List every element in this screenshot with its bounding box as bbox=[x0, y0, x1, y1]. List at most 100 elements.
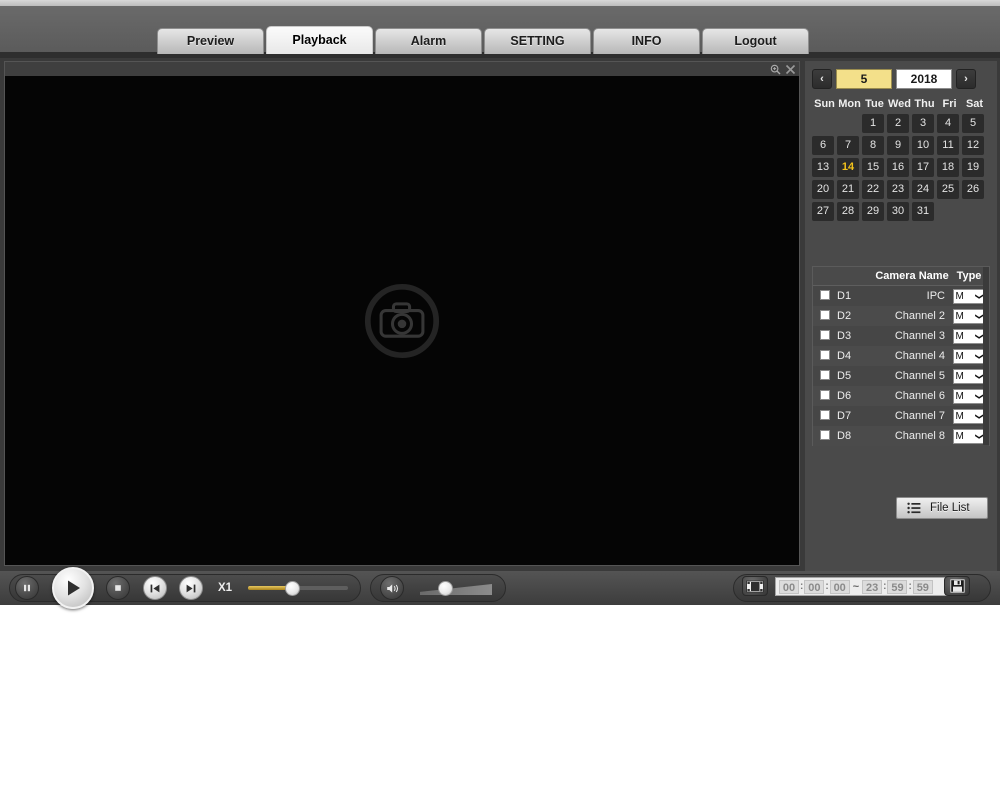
table-row[interactable]: D4 Channel 4 M ❯ bbox=[813, 346, 989, 366]
camera-checkbox-d8[interactable] bbox=[820, 429, 830, 440]
calendar-day-9[interactable]: 9 bbox=[887, 136, 909, 155]
calendar-day-2[interactable]: 2 bbox=[887, 114, 909, 133]
calendar-day-23[interactable]: 23 bbox=[887, 180, 909, 199]
camera-name: Channel 8 bbox=[894, 430, 945, 442]
zoom-in-icon[interactable] bbox=[770, 64, 781, 75]
play-button[interactable] bbox=[52, 567, 94, 609]
calendar-day-8[interactable]: 8 bbox=[862, 136, 884, 155]
calendar-day-11[interactable]: 11 bbox=[937, 136, 959, 155]
table-row[interactable]: D1 IPC M ❯ bbox=[813, 286, 989, 306]
row-checkbox-cell bbox=[813, 309, 837, 323]
calendar-day-31[interactable]: 31 bbox=[912, 202, 934, 221]
calendar-day-28[interactable]: 28 bbox=[837, 202, 859, 221]
calendar-day-6[interactable]: 6 bbox=[812, 136, 834, 155]
start-minute-field[interactable]: 00 bbox=[804, 579, 825, 594]
start-hour-field[interactable]: 00 bbox=[779, 579, 799, 594]
calendar-month-field[interactable]: 5 bbox=[836, 68, 892, 89]
tab-preview[interactable]: Preview bbox=[157, 28, 264, 54]
row-checkbox-cell bbox=[813, 389, 837, 403]
calendar-day-19[interactable]: 19 bbox=[962, 158, 984, 177]
table-row[interactable]: D7 Channel 7 M ❯ bbox=[813, 406, 989, 426]
table-row[interactable]: D3 Channel 3 M ❯ bbox=[813, 326, 989, 346]
type-dropdown-d3[interactable]: M ❯ bbox=[952, 328, 986, 344]
calendar-day-30[interactable]: 30 bbox=[887, 202, 909, 221]
camera-checkbox-d1[interactable] bbox=[820, 289, 830, 300]
type-dropdown-d7[interactable]: M ❯ bbox=[952, 408, 986, 424]
type-value: M bbox=[955, 370, 964, 382]
type-dropdown-d6[interactable]: M ❯ bbox=[952, 388, 986, 404]
type-value: M bbox=[955, 290, 964, 302]
speed-label: X1 bbox=[218, 582, 233, 594]
next-frame-button[interactable] bbox=[179, 576, 203, 600]
close-icon[interactable] bbox=[785, 64, 796, 75]
tab-playback[interactable]: Playback bbox=[266, 26, 373, 54]
table-row[interactable]: D6 Channel 6 M ❯ bbox=[813, 386, 989, 406]
tab-setting[interactable]: SETTING bbox=[484, 28, 591, 54]
calendar-prev-button[interactable]: ‹ bbox=[812, 68, 832, 89]
camera-checkbox-d5[interactable] bbox=[820, 369, 830, 380]
calendar-day-12[interactable]: 12 bbox=[962, 136, 984, 155]
type-dropdown-d2[interactable]: M ❯ bbox=[952, 308, 986, 324]
calendar-day-7[interactable]: 7 bbox=[837, 136, 859, 155]
volume-slider-knob[interactable] bbox=[438, 581, 453, 596]
calendar-week-row: 12345 bbox=[812, 114, 990, 133]
speed-slider-knob[interactable] bbox=[285, 581, 300, 596]
table-row[interactable]: D8 Channel 8 M ❯ bbox=[813, 426, 989, 446]
calendar-day-17[interactable]: 17 bbox=[912, 158, 934, 177]
save-icon[interactable] bbox=[944, 576, 970, 596]
camera-name: Channel 6 bbox=[894, 390, 945, 402]
camera-checkbox-d2[interactable] bbox=[820, 309, 830, 320]
calendar-day-16[interactable]: 16 bbox=[887, 158, 909, 177]
table-row[interactable]: D2 Channel 2 M ❯ bbox=[813, 306, 989, 326]
start-second-field[interactable]: 00 bbox=[829, 579, 850, 594]
end-hour-field[interactable]: 23 bbox=[862, 579, 883, 594]
table-row[interactable]: D5 Channel 5 M ❯ bbox=[813, 366, 989, 386]
type-dropdown-d5[interactable]: M ❯ bbox=[952, 368, 986, 384]
camera-icon bbox=[364, 283, 440, 358]
calendar-day-1[interactable]: 1 bbox=[862, 114, 884, 133]
type-value: M bbox=[955, 310, 964, 322]
volume-icon[interactable] bbox=[380, 576, 404, 600]
calendar-day-27[interactable]: 27 bbox=[812, 202, 834, 221]
calendar-day-22[interactable]: 22 bbox=[862, 180, 884, 199]
calendar-day-25[interactable]: 25 bbox=[937, 180, 959, 199]
calendar-day-29[interactable]: 29 bbox=[862, 202, 884, 221]
calendar-day-10[interactable]: 10 bbox=[912, 136, 934, 155]
end-second-field[interactable]: 59 bbox=[912, 579, 933, 594]
previous-frame-button[interactable] bbox=[143, 576, 167, 600]
calendar-day-4[interactable]: 4 bbox=[937, 114, 959, 133]
calendar-day-20[interactable]: 20 bbox=[812, 180, 834, 199]
end-minute-field[interactable]: 59 bbox=[887, 579, 908, 594]
camera-name: Channel 7 bbox=[894, 410, 945, 422]
calendar-day-14[interactable]: 14 bbox=[837, 158, 859, 177]
type-dropdown-d1[interactable]: M ❯ bbox=[952, 288, 986, 304]
stop-button[interactable] bbox=[106, 576, 130, 600]
calendar-day-15[interactable]: 15 bbox=[862, 158, 884, 177]
camera-id: D1 bbox=[837, 290, 852, 302]
calendar-next-button[interactable]: › bbox=[956, 68, 976, 89]
camera-checkbox-d7[interactable] bbox=[820, 409, 830, 420]
type-dropdown-d8[interactable]: M ❯ bbox=[952, 428, 986, 444]
tab-logout[interactable]: Logout bbox=[702, 28, 809, 54]
file-list-button[interactable]: File List bbox=[896, 497, 988, 519]
calendar-day-26[interactable]: 26 bbox=[962, 180, 984, 199]
calendar-day-13[interactable]: 13 bbox=[812, 158, 834, 177]
calendar-day-24[interactable]: 24 bbox=[912, 180, 934, 199]
calendar-year-field[interactable]: 2018 bbox=[896, 68, 952, 89]
tab-info[interactable]: INFO bbox=[593, 28, 700, 54]
calendar-day-3[interactable]: 3 bbox=[912, 114, 934, 133]
pause-button[interactable] bbox=[15, 576, 39, 600]
type-dropdown-d4[interactable]: M ❯ bbox=[952, 348, 986, 364]
video-display-area[interactable] bbox=[5, 76, 799, 565]
type-value: M bbox=[955, 390, 964, 402]
camera-checkbox-d4[interactable] bbox=[820, 349, 830, 360]
calendar-day-21[interactable]: 21 bbox=[837, 180, 859, 199]
calendar-day-18[interactable]: 18 bbox=[937, 158, 959, 177]
camera-checkbox-d3[interactable] bbox=[820, 329, 830, 340]
calendar-nav: ‹ 5 2018 › bbox=[812, 68, 990, 89]
tab-alarm[interactable]: Alarm bbox=[375, 28, 482, 54]
calendar-day-5[interactable]: 5 bbox=[962, 114, 984, 133]
camera-checkbox-d6[interactable] bbox=[820, 389, 830, 400]
camera-list-scrollbar[interactable] bbox=[983, 267, 989, 445]
video-clip-icon[interactable] bbox=[742, 576, 768, 596]
